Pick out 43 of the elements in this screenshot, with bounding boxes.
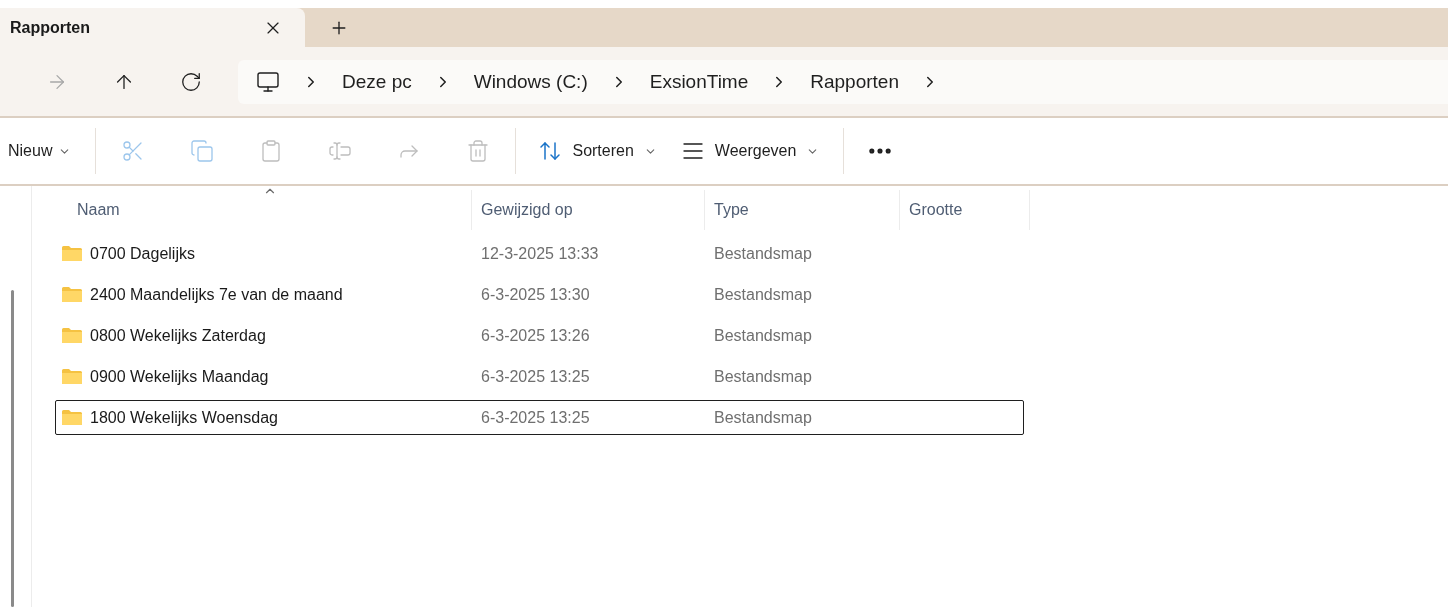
folder-icon xyxy=(61,286,83,303)
breadcrumb-item[interactable]: ExsionTime xyxy=(627,70,771,93)
address-bar[interactable]: Deze pc Windows (C:) ExsionTime Rapporten xyxy=(238,59,1448,104)
breadcrumb-item[interactable]: Windows (C:) xyxy=(451,70,610,93)
monitor-icon xyxy=(256,69,280,94)
breadcrumb-item[interactable]: Deze pc xyxy=(320,70,434,93)
modified-date: 6-3-2025 13:25 xyxy=(481,408,590,427)
new-button[interactable]: Nieuw xyxy=(8,142,72,160)
scrollbar[interactable] xyxy=(11,290,14,607)
modified-date: 12-3-2025 13:33 xyxy=(481,244,599,263)
breadcrumb-item[interactable]: Rapporten xyxy=(788,70,921,93)
refresh-icon[interactable] xyxy=(180,70,202,93)
item-type: Bestandsmap xyxy=(714,326,812,345)
item-type: Bestandsmap xyxy=(714,367,812,386)
view-button[interactable]: Weergeven xyxy=(680,139,820,163)
modified-date: 6-3-2025 13:30 xyxy=(481,285,590,304)
folder-icon xyxy=(61,327,83,344)
item-type: Bestandsmap xyxy=(714,408,812,427)
column-header[interactable]: Gewijzigd op xyxy=(472,190,705,230)
tab[interactable]: Rapporten xyxy=(0,8,305,47)
column-header[interactable]: Grootte xyxy=(900,190,1030,230)
modified-date: 6-3-2025 13:25 xyxy=(481,367,590,386)
file-row[interactable]: 2400 Maandelijks 7e van de maand 6-3-2025 13:30 Bestandsmap xyxy=(55,277,1024,312)
folder-name: 0700 Dagelijks xyxy=(90,244,195,263)
modified-date: 6-3-2025 13:26 xyxy=(481,326,590,345)
file-row[interactable]: 0700 Dagelijks 12-3-2025 13:33 Bestandsmap xyxy=(55,236,1024,271)
column-header[interactable]: Type xyxy=(705,190,900,230)
folder-name: 2400 Maandelijks 7e van de maand xyxy=(90,285,343,304)
file-row[interactable]: 1800 Wekelijks Woensdag 6-3-2025 13:25 Bestandsmap xyxy=(55,400,1024,435)
folder-icon xyxy=(61,245,83,262)
item-type: Bestandsmap xyxy=(714,244,812,263)
folder-name: 0900 Wekelijks Maandag xyxy=(90,367,269,386)
column-header[interactable]: Naam xyxy=(55,190,472,230)
folder-icon xyxy=(61,409,83,426)
file-row[interactable]: 0800 Wekelijks Zaterdag 6-3-2025 13:26 Bestandsmap xyxy=(55,318,1024,353)
item-type: Bestandsmap xyxy=(714,285,812,304)
folder-name: 1800 Wekelijks Woensdag xyxy=(90,408,278,427)
folder-name: 0800 Wekelijks Zaterdag xyxy=(90,326,266,345)
sort-button[interactable]: Sorteren xyxy=(538,139,657,163)
sort-arrows-icon xyxy=(538,139,563,163)
folder-icon xyxy=(61,368,83,385)
tab-title: Rapporten xyxy=(10,18,90,37)
file-row[interactable]: 0900 Wekelijks Maandag 6-3-2025 13:25 Bestandsmap xyxy=(55,359,1024,394)
